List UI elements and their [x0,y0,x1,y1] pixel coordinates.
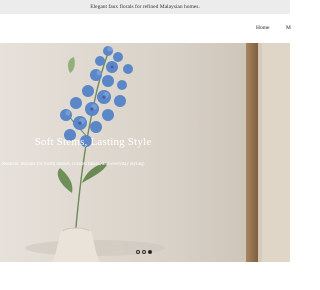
announcement-bar: Elegant faux florals for refined Malaysi… [0,0,290,14]
announcement-text: Elegant faux florals for refined Malaysi… [90,4,200,10]
slider-dot-3[interactable] [148,250,152,254]
site-header: Home M [0,14,291,43]
hero-title: Soft Stems, Lasting Style [34,136,152,148]
page-content [0,262,290,290]
slider-dots [136,250,152,254]
slider-dot-2[interactable] [142,250,146,254]
hero-banner: Soft Stems, Lasting Style Realistic bloo… [0,43,290,262]
nav-link-home[interactable]: Home [256,25,269,31]
slider-dot-1[interactable] [136,250,140,254]
hero-subtitle: Realistic blooms for warm homes, curated… [2,162,146,167]
nav-link-more[interactable]: M [286,25,291,31]
hero-image [0,43,290,262]
